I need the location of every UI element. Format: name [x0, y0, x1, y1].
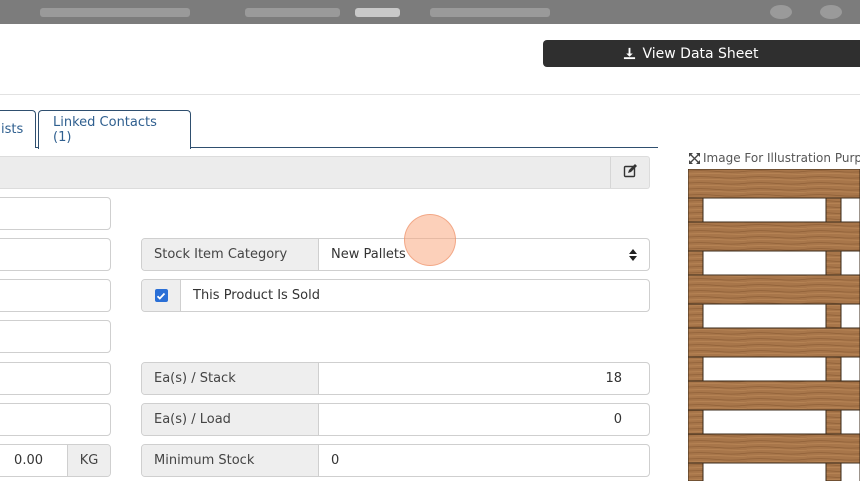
eas-per-load-input[interactable]: 0: [319, 404, 649, 435]
eas-per-stack-group: Ea(s) / Stack 18: [141, 362, 650, 395]
left-field-1[interactable]: [0, 197, 111, 230]
stock-item-category-label: Stock Item Category: [142, 239, 319, 270]
header-divider: [0, 94, 860, 95]
eas-per-load-group: Ea(s) / Load 0: [141, 403, 650, 436]
blurred-text: [430, 8, 550, 17]
download-icon: [623, 47, 636, 60]
stock-item-category-select[interactable]: New Pallets: [319, 239, 649, 270]
tab-lists[interactable]: ists: [0, 110, 36, 148]
tab-linked-contacts-label: Linked Contacts (1): [53, 115, 157, 145]
blurred-text: [245, 8, 340, 17]
checkmark-icon: [156, 286, 166, 305]
top-bar: [0, 0, 860, 24]
image-caption: Image For Illustration Purpo: [689, 151, 860, 165]
minimum-stock-label: Minimum Stock: [142, 445, 319, 476]
tab-linked-contacts[interactable]: Linked Contacts (1): [38, 110, 191, 149]
view-data-sheet-label: View Data Sheet: [642, 45, 759, 62]
left-field-5[interactable]: [0, 362, 111, 395]
edit-button[interactable]: [610, 157, 649, 188]
left-field-2[interactable]: [0, 238, 111, 271]
left-field-4[interactable]: [0, 320, 111, 353]
product-sold-label: This Product Is Sold: [193, 288, 320, 303]
left-field-6[interactable]: [0, 403, 111, 436]
blurred-text: [355, 8, 400, 17]
product-sold-checkbox-cell: [142, 280, 181, 311]
weight-unit: KG: [67, 445, 110, 476]
product-sold-checkbox[interactable]: [154, 286, 168, 305]
left-field-3[interactable]: [0, 279, 111, 312]
stock-item-category-group: Stock Item Category New Pallets: [141, 238, 650, 271]
image-caption-text: Image For Illustration Purpo: [703, 151, 860, 165]
weight-field: 0.00 KG: [0, 444, 111, 477]
blurred-icon: [770, 5, 792, 19]
stock-item-category-value: New Pallets: [331, 247, 406, 262]
sort-arrows-icon: [629, 249, 637, 265]
minimum-stock-group: Minimum Stock 0: [141, 444, 650, 477]
edit-icon: [623, 163, 637, 182]
pallet-image: [688, 169, 860, 481]
product-sold-group: This Product Is Sold: [141, 279, 650, 312]
pallet-illustration: [688, 169, 860, 481]
panel-header: [0, 156, 650, 189]
view-data-sheet-button[interactable]: View Data Sheet: [543, 40, 860, 67]
eas-per-load-label: Ea(s) / Load: [142, 404, 319, 435]
tab-lists-label: ists: [1, 122, 24, 137]
blurred-icon: [820, 5, 842, 19]
eas-per-stack-input[interactable]: 18: [319, 363, 649, 394]
expand-icon[interactable]: [689, 152, 700, 164]
blurred-text: [40, 8, 190, 17]
minimum-stock-input[interactable]: 0: [319, 445, 649, 476]
weight-input[interactable]: 0.00: [0, 445, 67, 476]
eas-per-stack-label: Ea(s) / Stack: [142, 363, 319, 394]
